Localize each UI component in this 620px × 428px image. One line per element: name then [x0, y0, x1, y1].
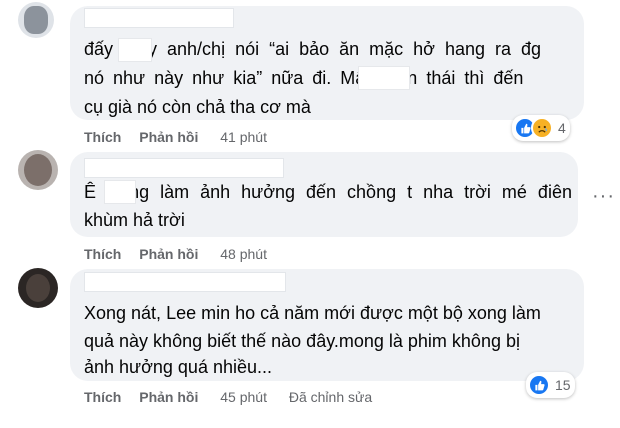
avatar[interactable] — [18, 2, 54, 38]
timestamp[interactable]: 41 phút — [220, 129, 267, 145]
like-link[interactable]: Thích — [84, 389, 121, 405]
comment-text-line: cụ già nó còn chả tha cơ mà — [84, 97, 311, 117]
sad-icon — [531, 117, 553, 139]
redacted-text — [358, 66, 410, 90]
avatar-image — [24, 6, 48, 34]
like-icon — [528, 374, 550, 396]
timestamp[interactable]: 45 phút — [220, 389, 267, 405]
avatar[interactable] — [18, 268, 58, 308]
comment-text-line: quả này không biết thế nào đây.mong là p… — [84, 331, 520, 351]
avatar-image — [24, 154, 52, 186]
reply-link[interactable]: Phản hồi — [139, 129, 198, 145]
reaction-summary[interactable]: 4 — [512, 115, 570, 141]
comment-actions: Thích Phản hồi 45 phút Đã chỉnh sửa — [84, 389, 372, 405]
redacted-author-name — [84, 8, 234, 28]
reply-link[interactable]: Phản hồi — [139, 246, 198, 262]
comment-text-line: ảnh hưởng quá nhiều... — [84, 357, 272, 377]
like-link[interactable]: Thích — [84, 246, 121, 262]
edited-label[interactable]: Đã chỉnh sửa — [289, 389, 372, 405]
reaction-summary[interactable]: 15 — [526, 372, 575, 398]
comment-actions: Thích Phản hồi 48 phút — [84, 246, 267, 262]
comment-text-line: đấy mấy anh/chị nói “ai bảo ăn mặc hở ha… — [84, 39, 542, 59]
comment-actions: Thích Phản hồi 41 phút — [84, 129, 267, 145]
comment-text-line: Xong nát, Lee min ho cả năm mới được một… — [84, 303, 541, 323]
like-link[interactable]: Thích — [84, 129, 121, 145]
reaction-count: 15 — [555, 377, 571, 393]
avatar[interactable] — [18, 150, 58, 190]
reply-link[interactable]: Phản hồi — [139, 389, 198, 405]
redacted-author-name — [84, 158, 284, 178]
redacted-author-name — [84, 272, 286, 292]
more-horizontal-icon[interactable]: ··· — [592, 185, 615, 208]
timestamp[interactable]: 48 phút — [220, 246, 267, 262]
redacted-text — [118, 38, 152, 62]
avatar-image — [26, 274, 50, 302]
redacted-text — [104, 180, 136, 204]
reaction-count: 4 — [558, 120, 566, 136]
comment-text-line: Ê đừng làm ảnh hưởng đến chồng t nha trờ… — [84, 182, 572, 202]
comment-text-line: nó như này như kia” nữa đi. Mấy biến thá… — [84, 68, 524, 88]
comment-text-line: khùm hả trời — [84, 210, 185, 230]
